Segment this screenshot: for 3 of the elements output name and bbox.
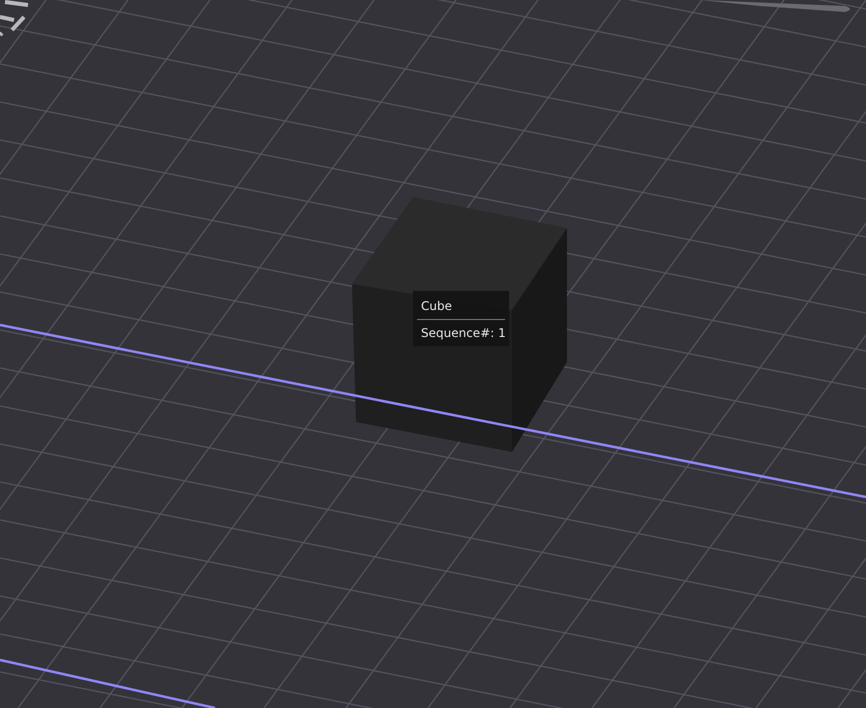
tooltip-text: Sequence#: 1 — [420, 326, 505, 340]
tooltip-title: Cube — [420, 299, 453, 315]
cut-off-shape — [0, 0, 30, 37]
